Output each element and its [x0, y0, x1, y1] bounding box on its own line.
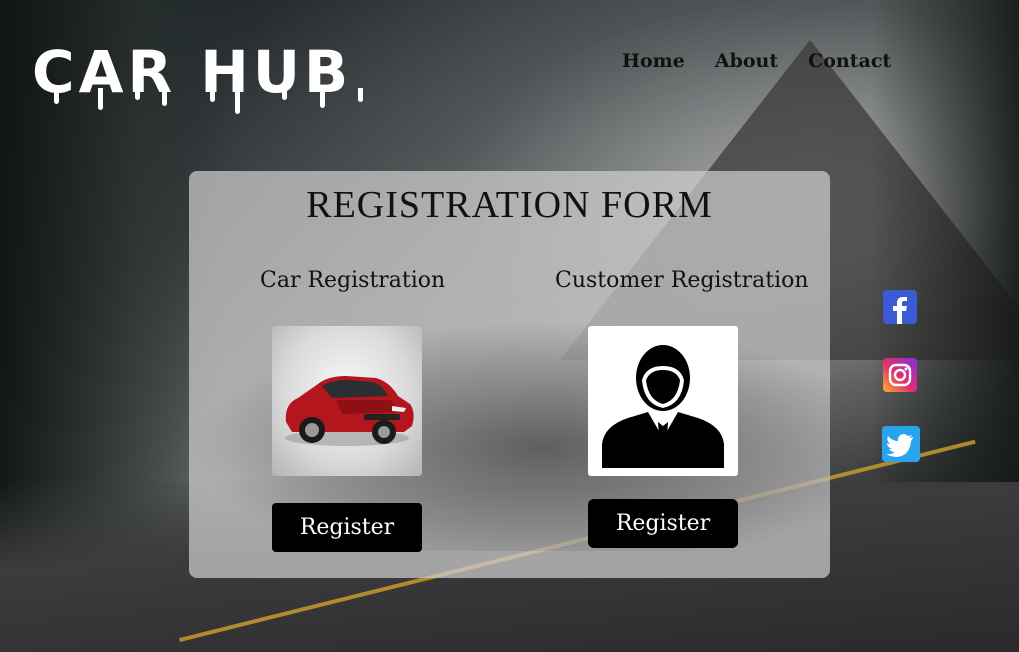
customer-register-button[interactable]: Register: [588, 499, 738, 548]
nav-contact-link[interactable]: Contact: [808, 50, 891, 72]
logo-drips: [40, 88, 410, 118]
car-register-button[interactable]: Register: [272, 503, 422, 552]
car-image: [272, 326, 422, 476]
nav-about-link[interactable]: About: [715, 50, 778, 72]
customer-registration-title: Customer Registration: [555, 268, 809, 293]
nav-home-link[interactable]: Home: [622, 50, 685, 72]
form-title: REGISTRATION FORM: [306, 184, 713, 226]
instagram-icon[interactable]: [883, 358, 917, 392]
main-nav: Home About Contact: [622, 50, 891, 72]
car-registration-title: Car Registration: [260, 268, 446, 293]
facebook-icon[interactable]: [883, 290, 917, 324]
person-avatar-icon: [588, 326, 738, 476]
registration-panel: REGISTRATION FORM Car Registration Custo…: [189, 171, 830, 578]
twitter-icon[interactable]: [882, 426, 920, 462]
